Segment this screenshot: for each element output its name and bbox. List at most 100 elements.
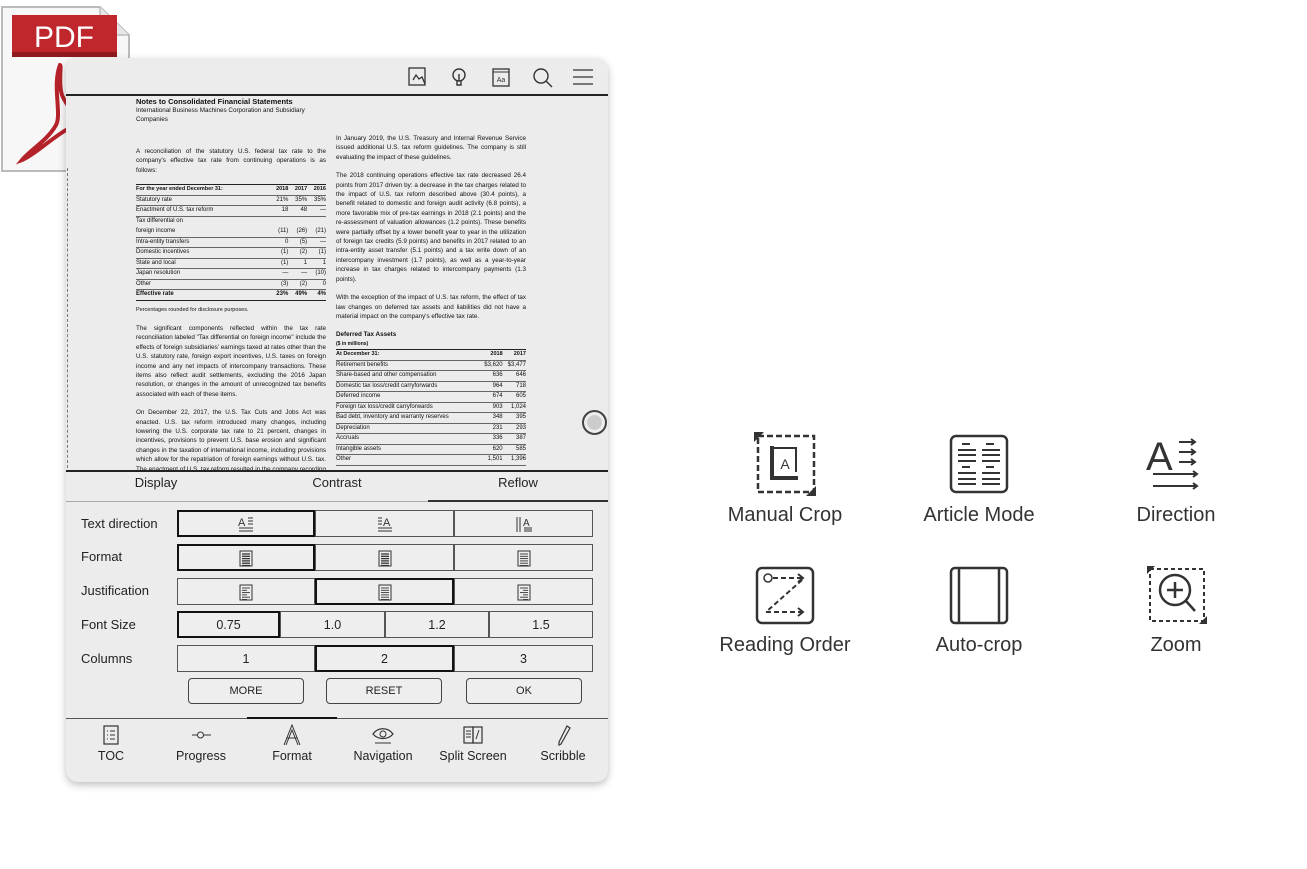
doc-subtitle: Deferred Tax Assets — [336, 331, 397, 339]
split-screen-icon — [463, 726, 483, 744]
auto-crop-icon — [949, 566, 1009, 625]
active-tab-indicator — [428, 500, 608, 502]
toolbar-divider — [66, 94, 608, 96]
format-dense-icon — [239, 550, 253, 566]
menu-icon[interactable] — [572, 66, 594, 88]
table-row: Foreign tax loss/credit carryforwards 903… — [336, 402, 526, 414]
table-cell: 231 — [479, 423, 503, 435]
table-cell: 620 — [479, 444, 503, 456]
format-option[interactable] — [177, 544, 315, 571]
ok-button[interactable]: OK — [466, 678, 582, 704]
columns-option[interactable]: 2 — [315, 645, 454, 672]
eye-icon — [372, 728, 394, 744]
table-cell: Foreign tax loss/credit carryforwards — [336, 402, 480, 414]
table-cell: Depreciation — [336, 423, 480, 435]
nav-toc[interactable]: TOC — [66, 724, 156, 763]
table-cell: Other — [336, 454, 480, 466]
doc-paragraph: In January 2019, the U.S. Treasury and I… — [336, 135, 526, 161]
toc-icon — [103, 725, 119, 745]
feature-direction: A Direction — [1086, 432, 1266, 527]
table-row: State and local (1) 1 1 — [136, 258, 326, 270]
lightbulb-icon[interactable] — [448, 66, 470, 88]
doc-paragraph: On December 22, 2017, the U.S. Tax Cuts … — [136, 409, 326, 471]
text-direction-ltr[interactable]: A — [177, 510, 315, 537]
doc-paragraph: A reconciliation of the statutory U.S. f… — [136, 147, 326, 174]
table-cell: foreign income — [136, 226, 270, 238]
nav-progress[interactable]: Progress — [156, 724, 246, 763]
table-row: Accruals 336 387 — [336, 433, 526, 445]
table-cell: Japan resolution — [136, 268, 270, 280]
justification-left-icon — [239, 584, 253, 600]
table-cell: 646 — [502, 370, 526, 382]
table-row-total: Effective rate 23% 49% 4% — [136, 289, 326, 301]
font-size-option[interactable]: 0.75 — [177, 611, 280, 638]
table-cell: — — [307, 237, 326, 249]
table-cell: 395 — [502, 412, 526, 424]
format-option[interactable] — [454, 544, 593, 571]
reset-button[interactable]: RESET — [326, 678, 442, 704]
nav-scribble[interactable]: Scribble — [518, 724, 608, 763]
tab-reflow[interactable]: Reflow — [428, 475, 608, 490]
table-cell: 964 — [479, 381, 503, 393]
table-row: Share-based and other compensation 636 646 — [336, 370, 526, 382]
font-size-option[interactable]: 1.0 — [280, 611, 385, 638]
table-cell: (1) — [269, 247, 289, 259]
table-cell: 1,501 — [479, 454, 503, 466]
dictionary-icon[interactable]: Aa — [490, 66, 512, 88]
table-row: Domestic incentives (1) (2) (1) — [136, 247, 326, 259]
more-button[interactable]: MORE — [188, 678, 304, 704]
table-row: Intra-entity transfers 0 (5) — — [136, 237, 326, 249]
svg-text:A: A — [523, 518, 530, 529]
table-cell: Intangible assets — [336, 444, 480, 456]
zoom-icon — [1147, 566, 1207, 624]
justification-normal-icon — [378, 584, 391, 600]
tab-display[interactable]: Display — [66, 475, 246, 490]
justification-right-icon — [517, 584, 530, 600]
search-icon[interactable] — [531, 66, 553, 88]
table-cell: Retirement benefits — [336, 360, 480, 372]
table-cell: 585 — [502, 444, 526, 456]
table-cell: Accruals — [336, 433, 480, 445]
text-direction-vertical[interactable]: A — [454, 510, 593, 537]
reading-order-icon — [755, 566, 815, 625]
nav-navigation[interactable]: Navigation — [338, 724, 428, 763]
format-normal-icon — [517, 550, 530, 566]
table-cell: 18 — [269, 205, 289, 217]
table-cell: (21) — [307, 226, 326, 238]
table-cell: Domestic incentives — [136, 247, 270, 259]
label-format: Format — [81, 549, 123, 564]
font-size-option[interactable]: 1.2 — [385, 611, 489, 638]
manual-crop-icon: A — [754, 432, 816, 496]
crop-guide-line — [67, 168, 68, 468]
table-cell: (26) — [288, 226, 308, 238]
floating-button[interactable] — [582, 410, 607, 435]
table-cell: (2) — [288, 247, 308, 259]
nav-split-screen[interactable]: Split Screen — [428, 724, 518, 763]
table-cell: 348 — [479, 412, 503, 424]
table-cell: Tax differential on — [136, 217, 183, 224]
doc-header: Notes to Consolidated Financial Statemen… — [136, 97, 293, 106]
format-option[interactable] — [315, 544, 454, 571]
direction-icon: A — [1146, 435, 1199, 490]
table-row: Tax differential on — [136, 216, 326, 227]
table-cell: Other — [136, 279, 270, 291]
justification-option[interactable] — [454, 578, 593, 605]
tab-contrast[interactable]: Contrast — [247, 475, 427, 490]
font-size-option[interactable]: 1.5 — [489, 611, 593, 638]
justification-option[interactable] — [315, 578, 454, 605]
text-direction-rtl[interactable]: A — [315, 510, 454, 537]
table-cell: (11) — [269, 226, 289, 238]
justification-option[interactable] — [177, 578, 315, 605]
table-cell: 21% — [269, 195, 289, 207]
columns-option[interactable]: 3 — [454, 645, 593, 672]
columns-option[interactable]: 1 — [177, 645, 315, 672]
touch-icon[interactable] — [407, 66, 429, 88]
label-columns: Columns — [81, 651, 133, 666]
label-font-size: Font Size — [81, 617, 136, 632]
table-cell: $3,620 — [479, 360, 503, 372]
label-justification: Justification — [81, 583, 149, 598]
feature-auto-crop: Auto-crop — [889, 566, 1069, 657]
doc-subheader: International Business Machines Corporat… — [136, 107, 305, 124]
nav-format[interactable]: Format — [247, 724, 337, 763]
svg-text:A: A — [780, 456, 790, 472]
